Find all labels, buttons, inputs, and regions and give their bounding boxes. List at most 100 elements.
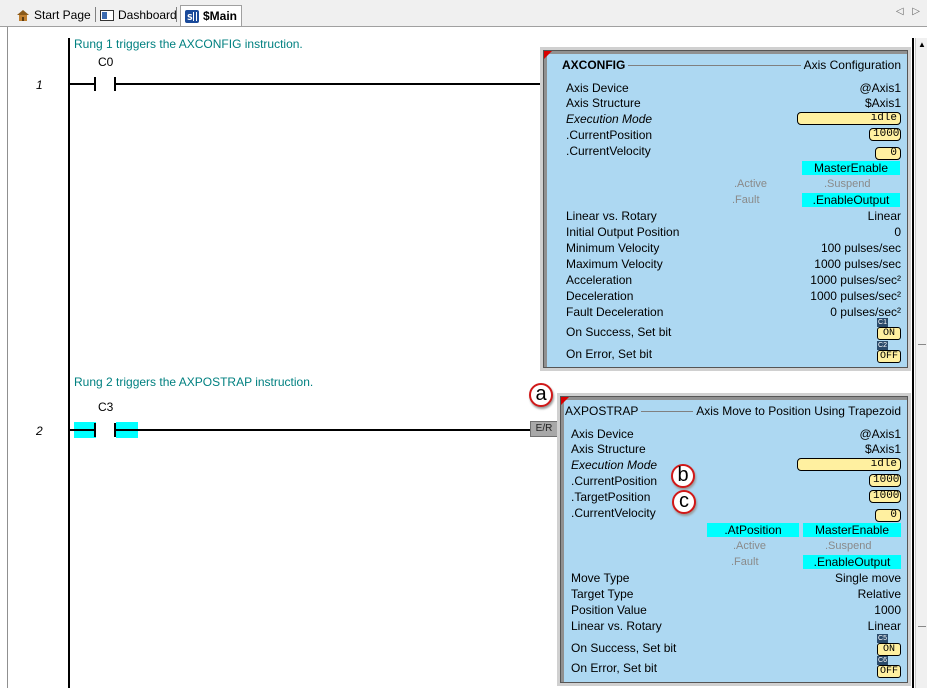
instruction-name: AXPOSTRAP xyxy=(565,403,642,419)
param-label: Fault Deceleration xyxy=(566,305,664,319)
param-label: Axis Structure xyxy=(571,442,646,456)
param-label: Move Type xyxy=(571,571,630,585)
bit-address: C6 xyxy=(877,656,888,665)
rung-wire xyxy=(116,429,530,431)
axpostrap-instruction-box[interactable]: AXPOSTRAP Axis Move to Position Using Tr… xyxy=(560,396,908,683)
param-value: $Axis1 xyxy=(864,442,901,456)
param-value: 1000 pulses/sec² xyxy=(810,273,901,287)
active-flag: .Active xyxy=(734,178,768,190)
vertical-scrollbar[interactable]: ▲ xyxy=(915,38,927,688)
scroll-marker xyxy=(918,344,926,345)
current-position-field: 1000 xyxy=(869,474,901,487)
param-label: .CurrentVelocity xyxy=(566,144,651,158)
on-error-bit: C6 OFF xyxy=(875,656,901,678)
param-value: 0 xyxy=(894,225,901,239)
param-label: Axis Device xyxy=(566,81,629,95)
on-error-bit: C2 OFF xyxy=(875,341,901,363)
fault-flag: .Fault xyxy=(732,194,760,206)
current-velocity-field: 0 xyxy=(875,509,901,522)
param-label: Execution Mode xyxy=(571,458,658,472)
current-velocity-field: 0 xyxy=(875,147,901,160)
tab-main[interactable]: S $Main xyxy=(180,5,243,26)
enable-reset-input: E/R xyxy=(530,421,558,437)
rung-comment: Rung 2 triggers the AXPOSTRAP instructio… xyxy=(74,375,314,389)
scroll-up-icon[interactable]: ▲ xyxy=(918,40,926,49)
tab-main-label: $Main xyxy=(203,9,238,23)
param-value: $Axis1 xyxy=(864,96,901,110)
instruction-name: AXCONFIG xyxy=(562,57,629,73)
bit-value: OFF xyxy=(877,350,901,363)
execution-mode-field: idle xyxy=(797,458,901,471)
param-label: Target Type xyxy=(571,587,634,601)
tab-separator xyxy=(95,7,96,22)
tab-start-page[interactable]: Start Page xyxy=(16,6,91,24)
svg-text:S: S xyxy=(187,13,193,22)
rung-comment: Rung 1 triggers the AXCONFIG instruction… xyxy=(74,37,303,51)
rung-wire xyxy=(70,83,94,85)
param-label: Axis Structure xyxy=(566,96,641,110)
active-flag: .Active xyxy=(733,540,767,552)
master-enable-flag: MasterEnable xyxy=(803,523,901,537)
bit-value: ON xyxy=(877,327,901,340)
param-value: 1000 pulses/sec² xyxy=(810,289,901,303)
param-label: Initial Output Position xyxy=(566,225,680,239)
callout-a: a xyxy=(529,383,553,407)
param-label: Acceleration xyxy=(566,273,633,287)
rung-number: 2 xyxy=(36,424,43,438)
home-icon xyxy=(16,9,30,22)
param-value: 100 pulses/sec xyxy=(820,241,901,255)
axconfig-instruction-box[interactable]: AXCONFIG Axis Configuration Axis Device @… xyxy=(543,50,908,368)
param-label: Axis Device xyxy=(571,427,634,441)
tab-scroll-arrows[interactable]: ◁ ▷ xyxy=(896,6,923,17)
on-success-bit: C5 ON xyxy=(875,634,901,656)
scroll-marker xyxy=(918,626,926,627)
dashboard-icon xyxy=(100,9,114,22)
contact-address: C0 xyxy=(98,55,114,69)
param-label: On Success, Set bit xyxy=(566,325,672,339)
param-value: Relative xyxy=(857,587,901,601)
current-position-field: 1000 xyxy=(869,128,901,141)
bit-address: C5 xyxy=(877,634,888,643)
param-label: Position Value xyxy=(571,603,647,617)
error-flag-icon xyxy=(544,51,552,59)
rung-wire xyxy=(116,83,546,85)
contact-left-bar[interactable] xyxy=(94,423,96,437)
param-label: .CurrentPosition xyxy=(566,128,653,142)
contact-left-bar[interactable] xyxy=(94,77,96,91)
target-position-field: 1000 xyxy=(869,490,901,503)
param-value: Linear xyxy=(867,209,901,223)
tab-dashboard-label: Dashboard xyxy=(118,8,177,22)
bit-value: OFF xyxy=(877,665,901,678)
right-power-rail xyxy=(912,38,914,688)
enable-output-flag: .EnableOutput xyxy=(802,193,900,207)
suspend-flag: .Suspend xyxy=(825,540,872,552)
param-label: .TargetPosition xyxy=(571,490,651,504)
bit-address: C2 xyxy=(877,341,888,350)
param-label: Execution Mode xyxy=(566,112,653,126)
param-label: Minimum Velocity xyxy=(566,241,660,255)
ladder-program-icon: S xyxy=(185,9,199,23)
at-position-flag: .AtPosition xyxy=(707,523,799,537)
rung-number: 1 xyxy=(36,78,43,92)
left-power-rail xyxy=(68,38,70,688)
on-success-bit: C1 ON xyxy=(875,318,901,340)
callout-c: c xyxy=(672,490,696,514)
bit-address: C1 xyxy=(877,318,888,327)
param-label: On Error, Set bit xyxy=(571,661,658,675)
param-value: Single move xyxy=(834,571,901,585)
param-label: On Error, Set bit xyxy=(566,347,653,361)
param-value: @Axis1 xyxy=(859,427,901,441)
editor-left-border xyxy=(7,27,8,688)
callout-b: b xyxy=(671,464,695,488)
param-label: On Success, Set bit xyxy=(571,641,677,655)
tab-dashboard[interactable]: Dashboard xyxy=(100,6,177,24)
contact-address: C3 xyxy=(98,400,114,414)
execution-mode-field: idle xyxy=(797,112,901,125)
param-label: Maximum Velocity xyxy=(566,257,663,271)
enable-output-flag: .EnableOutput xyxy=(803,555,901,569)
fault-flag: .Fault xyxy=(731,556,759,568)
bit-value: ON xyxy=(877,643,901,656)
tab-start-page-label: Start Page xyxy=(34,8,91,22)
param-value: Linear xyxy=(867,619,901,633)
param-label: Deceleration xyxy=(566,289,634,303)
